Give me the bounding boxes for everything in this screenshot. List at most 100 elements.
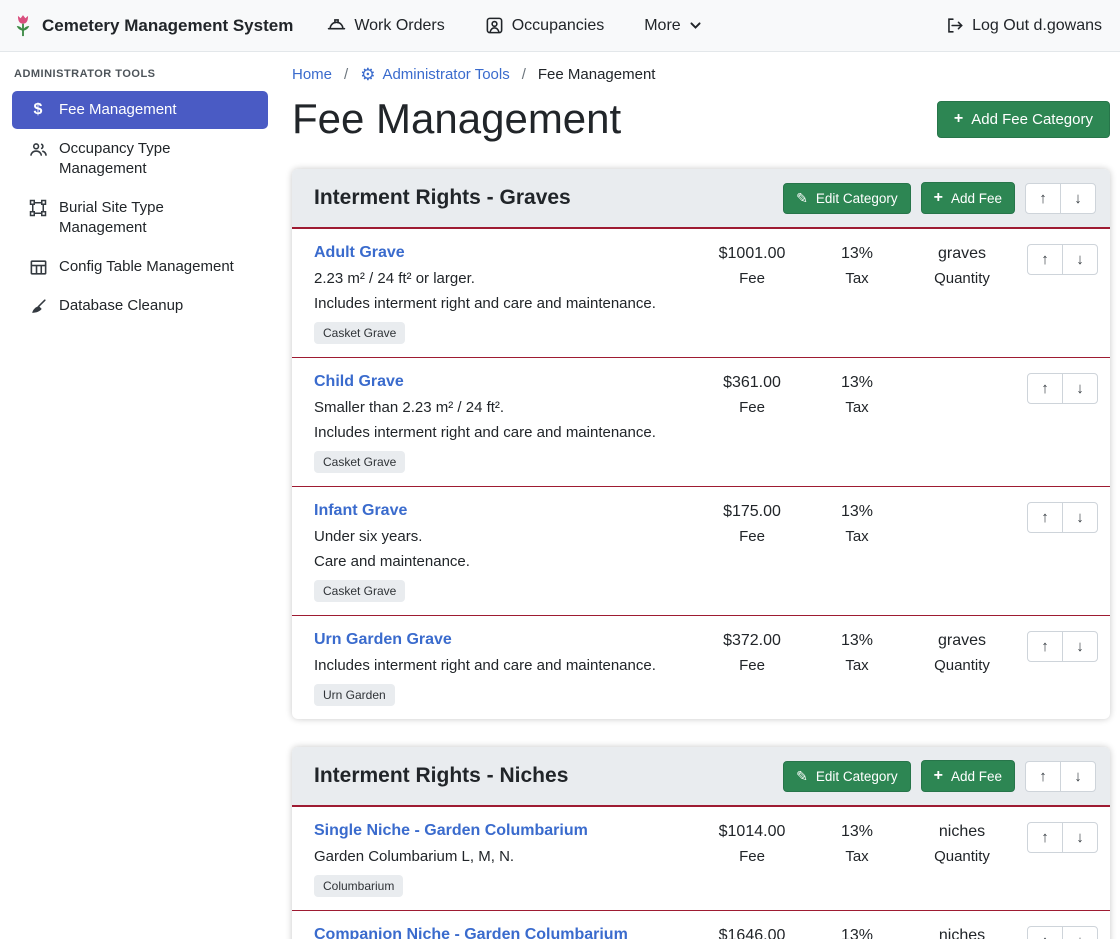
breadcrumb-home-link[interactable]: Home <box>292 66 332 83</box>
pencil-icon: ✎ <box>796 191 808 205</box>
move-category-up-button[interactable]: ↑ <box>1025 761 1061 792</box>
add-fee-category-button[interactable]: + Add Fee Category <box>937 101 1110 138</box>
fee-tax-cell: 13% Tax <box>807 373 907 416</box>
move-fee-down-button[interactable]: ↓ <box>1062 244 1098 275</box>
logout-label: Log Out d.gowans <box>972 17 1102 35</box>
fee-description: 2.23 m² / 24 ft² or larger. <box>314 270 689 287</box>
add-fee-button[interactable]: + Add Fee <box>921 760 1015 792</box>
category-reorder-group: ↑ ↓ <box>1025 761 1096 792</box>
quantity-value: niches <box>907 927 1017 939</box>
edit-category-button[interactable]: ✎ Edit Category <box>783 183 911 214</box>
fee-amount: $175.00 <box>697 503 807 521</box>
main-content: Home / ⚙ Administrator Tools / Fee Manag… <box>280 52 1120 939</box>
move-fee-down-button[interactable]: ↓ <box>1062 926 1098 939</box>
tax-value: 13% <box>807 503 907 521</box>
fee-label: Fee <box>697 848 807 865</box>
tax-value: 13% <box>807 823 907 841</box>
fee-name-link[interactable]: Companion Niche - Garden Columbarium <box>314 926 628 939</box>
add-fee-button[interactable]: + Add Fee <box>921 182 1015 214</box>
fee-amount: $361.00 <box>697 374 807 392</box>
sidebar-item-database-cleanup[interactable]: Database Cleanup <box>12 287 268 325</box>
fee-type-badge: Casket Grave <box>314 322 405 344</box>
fee-quantity-cell: niches Quantity <box>907 926 1017 939</box>
fee-tax-cell: 13% Tax <box>807 631 907 674</box>
fee-quantity-cell: graves Quantity <box>907 631 1017 674</box>
fee-category-card-niches: Interment Rights - Niches ✎ Edit Categor… <box>292 747 1110 939</box>
sidebar-item-config-table-management[interactable]: Config Table Management <box>12 248 268 286</box>
fee-description: Under six years. <box>314 528 689 545</box>
table-icon <box>28 258 48 277</box>
brand-link[interactable]: Cemetery Management System <box>12 14 293 38</box>
tax-label: Tax <box>807 270 907 287</box>
fee-amount-cell: $1014.00 Fee <box>697 822 807 865</box>
quantity-value: niches <box>907 823 1017 841</box>
fee-description: Includes interment right and care and ma… <box>314 295 689 312</box>
move-fee-down-button[interactable]: ↓ <box>1062 373 1098 404</box>
brand-title: Cemetery Management System <box>42 16 293 36</box>
fee-tax-cell: 13% Tax <box>807 502 907 545</box>
category-title: Interment Rights - Niches <box>314 764 783 788</box>
breadcrumb-admin-tools-link[interactable]: ⚙ Administrator Tools <box>360 66 510 83</box>
nav-more-label: More <box>644 17 680 35</box>
fee-reorder-group: ↑ ↓ <box>1027 631 1098 662</box>
plus-icon: + <box>954 111 963 127</box>
fee-type-badge: Casket Grave <box>314 580 405 602</box>
logout-link[interactable]: Log Out d.gowans <box>945 16 1102 35</box>
main-nav: Work Orders Occupancies More <box>327 16 701 35</box>
fee-row: Urn Garden Grave Includes interment righ… <box>292 616 1110 719</box>
nav-more[interactable]: More <box>644 17 701 35</box>
fee-name-link[interactable]: Infant Grave <box>314 502 407 520</box>
move-category-down-button[interactable]: ↓ <box>1060 761 1096 792</box>
fee-description: Care and maintenance. <box>314 553 689 570</box>
move-fee-up-button[interactable]: ↑ <box>1027 502 1063 533</box>
page-title: Fee Management <box>292 95 621 143</box>
move-fee-up-button[interactable]: ↑ <box>1027 926 1063 939</box>
sidebar-item-fee-management[interactable]: $ Fee Management <box>12 91 268 129</box>
fee-name-link[interactable]: Single Niche - Garden Columbarium <box>314 822 588 840</box>
fee-label: Fee <box>697 399 807 416</box>
fee-quantity-cell <box>907 502 1017 510</box>
fee-name-link[interactable]: Urn Garden Grave <box>314 631 452 649</box>
sidebar-item-burial-site-type-management[interactable]: Burial Site Type Management <box>12 189 268 247</box>
sidebar-item-label: Database Cleanup <box>59 296 183 316</box>
fee-amount: $1646.00 <box>697 927 807 939</box>
tax-label: Tax <box>807 657 907 674</box>
sidebar-item-label: Occupancy Type Management <box>59 139 254 179</box>
sidebar-item-occupancy-type-management[interactable]: Occupancy Type Management <box>12 130 268 188</box>
fee-description: Garden Columbarium L, M, N. <box>314 848 689 865</box>
nav-work-orders[interactable]: Work Orders <box>327 16 444 35</box>
edit-category-button[interactable]: ✎ Edit Category <box>783 761 911 792</box>
move-fee-up-button[interactable]: ↑ <box>1027 373 1063 404</box>
move-category-down-button[interactable]: ↓ <box>1060 183 1096 214</box>
fee-amount: $1001.00 <box>697 245 807 263</box>
move-fee-up-button[interactable]: ↑ <box>1027 822 1063 853</box>
tax-label: Tax <box>807 528 907 545</box>
fee-tax-cell: 13% Tax <box>807 244 907 287</box>
chevron-down-icon <box>689 19 702 32</box>
fee-amount-cell: $361.00 Fee <box>697 373 807 416</box>
fee-amount-cell: $1001.00 Fee <box>697 244 807 287</box>
fee-row: Infant Grave Under six years. Care and m… <box>292 487 1110 616</box>
fee-type-badge: Columbarium <box>314 875 403 897</box>
fee-amount: $1014.00 <box>697 823 807 841</box>
plus-icon: + <box>934 190 943 206</box>
fee-description: Includes interment right and care and ma… <box>314 657 689 674</box>
fee-name-link[interactable]: Adult Grave <box>314 244 405 262</box>
move-fee-down-button[interactable]: ↓ <box>1062 631 1098 662</box>
nav-work-orders-label: Work Orders <box>354 17 444 35</box>
fee-quantity-cell: niches Quantity <box>907 822 1017 865</box>
move-fee-up-button[interactable]: ↑ <box>1027 244 1063 275</box>
tax-value: 13% <box>807 927 907 939</box>
move-fee-down-button[interactable]: ↓ <box>1062 502 1098 533</box>
breadcrumb-separator: / <box>522 66 526 83</box>
move-fee-up-button[interactable]: ↑ <box>1027 631 1063 662</box>
nav-occupancies[interactable]: Occupancies <box>485 16 605 35</box>
fee-amount-cell: $1646.00 Fee <box>697 926 807 939</box>
pencil-icon: ✎ <box>796 769 808 783</box>
move-fee-down-button[interactable]: ↓ <box>1062 822 1098 853</box>
fee-name-link[interactable]: Child Grave <box>314 373 404 391</box>
breadcrumb-admin-tools-label: Administrator Tools <box>382 66 509 83</box>
tax-label: Tax <box>807 848 907 865</box>
move-category-up-button[interactable]: ↑ <box>1025 183 1061 214</box>
fee-label: Fee <box>697 270 807 287</box>
